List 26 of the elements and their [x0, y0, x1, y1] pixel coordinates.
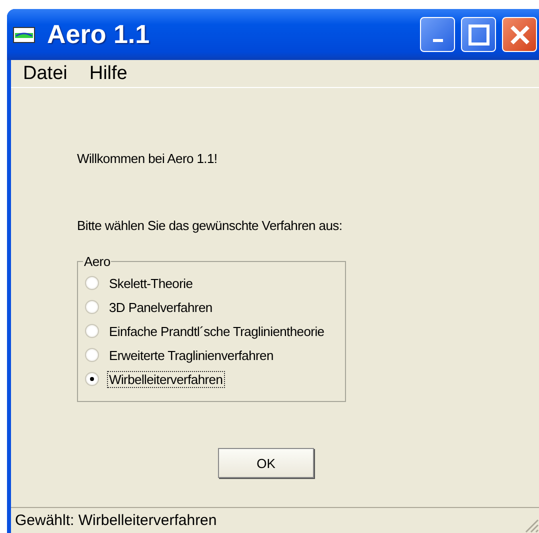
window-title: Aero 1.1	[47, 19, 151, 50]
radio-label[interactable]: Einfache Prandtl´sche Traglinientheorie	[107, 322, 326, 340]
maximize-icon	[468, 24, 490, 46]
welcome-text: Willkommen bei Aero 1.1!	[77, 151, 218, 168]
radio-button[interactable]	[85, 372, 99, 386]
menu-item[interactable]: Datei	[23, 62, 68, 84]
group-title: Aero	[83, 254, 112, 269]
radio-button[interactable]	[85, 348, 99, 362]
menu-item[interactable]: Hilfe	[89, 62, 128, 84]
radio-label[interactable]: Wirbelleiterverfahren	[107, 370, 225, 388]
minimize-button[interactable]	[420, 17, 455, 52]
radio-label[interactable]: 3D Panelverfahren	[107, 298, 214, 316]
resize-grip-icon[interactable]	[523, 517, 539, 533]
ok-button[interactable]: OK	[218, 448, 314, 478]
minimize-icon	[432, 39, 442, 42]
radio-label[interactable]: Skelett-Theorie	[107, 274, 195, 292]
radio-label[interactable]: Erweiterte Traglinienverfahren	[107, 346, 276, 364]
radio-button[interactable]	[85, 300, 99, 314]
maximize-button[interactable]	[461, 17, 496, 52]
close-icon	[508, 24, 530, 46]
radio-button[interactable]	[85, 324, 99, 338]
radio-button[interactable]	[85, 276, 99, 290]
status-text: Gewählt: Wirbelleiterverfahren	[15, 512, 217, 529]
close-button[interactable]	[502, 17, 537, 52]
app-icon	[13, 26, 35, 42]
prompt-text: Bitte wählen Sie das gewünschte Verfahren aus:	[77, 218, 344, 235]
